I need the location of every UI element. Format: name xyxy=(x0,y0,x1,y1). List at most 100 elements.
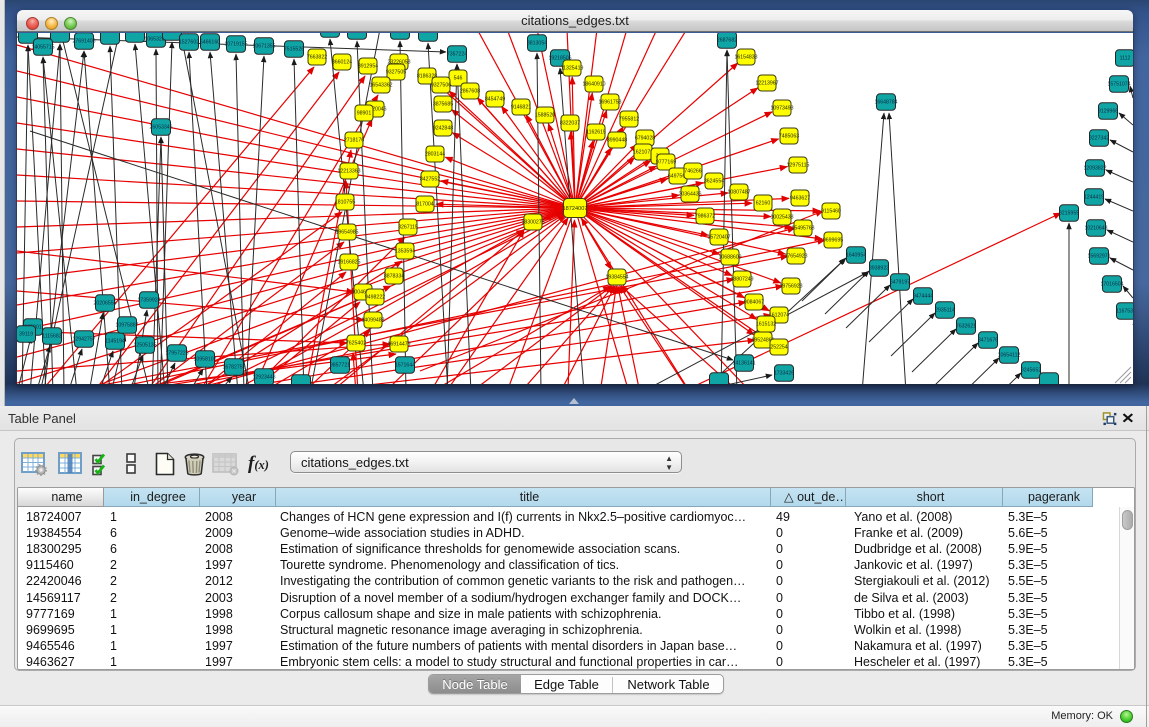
svg-text:19384554: 19384554 xyxy=(605,275,628,281)
svg-text:16961758: 16961758 xyxy=(598,100,621,106)
svg-text:7485063: 7485063 xyxy=(779,134,799,140)
svg-text:26053346: 26053346 xyxy=(149,125,172,131)
svg-text:10688609: 10688609 xyxy=(718,255,741,261)
svg-text:20206556: 20206556 xyxy=(93,301,116,307)
svg-text:8215955: 8215955 xyxy=(1059,211,1079,217)
svg-text:252254: 252254 xyxy=(770,345,787,351)
svg-text:9699695: 9699695 xyxy=(823,238,843,244)
svg-text:1353594: 1353594 xyxy=(395,249,415,255)
svg-text:9242848: 9242848 xyxy=(433,126,453,132)
svg-text:1112: 1112 xyxy=(1120,56,1131,62)
svg-text:9129966: 9129966 xyxy=(1098,109,1118,115)
svg-text:12213363: 12213363 xyxy=(337,169,360,175)
svg-text:1571644: 1571644 xyxy=(395,363,415,369)
svg-text:9245652: 9245652 xyxy=(1021,368,1041,374)
svg-text:1615132: 1615132 xyxy=(756,322,776,328)
svg-text:8912954: 8912954 xyxy=(358,64,378,70)
svg-text:19756928: 19756928 xyxy=(779,284,802,290)
svg-text:17359924: 17359924 xyxy=(137,298,160,304)
svg-text:12942757: 12942757 xyxy=(72,337,95,343)
svg-text:7986372: 7986372 xyxy=(695,214,715,220)
svg-text:9115460: 9115460 xyxy=(821,209,841,215)
svg-text:1733426: 1733426 xyxy=(774,371,794,377)
svg-text:20364436: 20364436 xyxy=(678,192,701,198)
svg-text:10807487: 10807487 xyxy=(727,190,750,196)
svg-text:10671355: 10671355 xyxy=(252,44,275,50)
svg-text:16154838: 16154838 xyxy=(734,55,757,61)
svg-text:15495768: 15495768 xyxy=(791,226,814,232)
svg-text:16914479: 16914479 xyxy=(387,342,410,348)
svg-text:2718176: 2718176 xyxy=(344,138,364,144)
svg-text:18640910: 18640910 xyxy=(582,82,605,88)
svg-text:2867608: 2867608 xyxy=(460,89,480,95)
svg-text:12505135: 12505135 xyxy=(133,343,156,349)
svg-text:14136141: 14136141 xyxy=(732,361,755,367)
svg-text:8454749: 8454749 xyxy=(485,97,505,103)
svg-text:1588520: 1588520 xyxy=(535,113,555,119)
svg-text:2803144: 2803144 xyxy=(425,152,445,158)
svg-text:9146821: 9146821 xyxy=(511,105,531,111)
svg-text:8322037: 8322037 xyxy=(560,121,580,127)
svg-text:10654112: 10654112 xyxy=(998,353,1021,359)
svg-text:9857721: 9857721 xyxy=(330,363,350,369)
svg-text:6479197: 6479197 xyxy=(890,280,910,286)
svg-text:10975887: 10975887 xyxy=(115,323,138,329)
svg-text:8813054: 8813054 xyxy=(527,41,547,47)
svg-text:7625402: 7625402 xyxy=(346,341,366,347)
svg-text:817004: 817004 xyxy=(416,202,433,208)
svg-text:3875685: 3875685 xyxy=(433,102,453,108)
svg-text:6794028: 6794028 xyxy=(635,136,655,142)
svg-text:12923448: 12923448 xyxy=(252,375,275,381)
svg-text:8878334: 8878334 xyxy=(384,274,404,280)
svg-text:9474444: 9474444 xyxy=(913,294,933,300)
svg-text:16782759: 16782759 xyxy=(222,365,245,371)
svg-text:9463627: 9463627 xyxy=(790,196,810,202)
svg-text:18300275: 18300275 xyxy=(521,220,544,226)
svg-text:17654923: 17654923 xyxy=(784,254,807,260)
svg-text:10719155: 10719155 xyxy=(224,42,247,48)
svg-text:2935114: 2935114 xyxy=(935,308,955,314)
svg-text:3624554: 3624554 xyxy=(704,179,724,185)
svg-text:10958107: 10958107 xyxy=(193,357,216,363)
svg-text:9327505: 9327505 xyxy=(386,70,406,76)
svg-text:15692971: 15692971 xyxy=(1087,254,1110,260)
svg-text:11325419: 11325419 xyxy=(561,66,584,72)
svg-text:16543362: 16543362 xyxy=(369,83,392,89)
svg-text:8938923: 8938923 xyxy=(869,266,889,272)
svg-text:8660124: 8660124 xyxy=(332,60,352,66)
svg-text:3267115: 3267115 xyxy=(398,225,418,231)
svg-text:1640954: 1640954 xyxy=(846,253,866,259)
svg-text:98901: 98901 xyxy=(357,111,372,117)
svg-text:9227342: 9227342 xyxy=(1089,136,1109,142)
svg-text:10210643: 10210643 xyxy=(1084,226,1107,232)
svg-text:9084067: 9084067 xyxy=(744,300,764,306)
svg-text:546: 546 xyxy=(454,76,463,82)
svg-text:19654985: 19654985 xyxy=(335,230,358,236)
svg-text:9777169: 9777169 xyxy=(656,160,676,166)
svg-text:6466160: 6466160 xyxy=(200,40,220,46)
svg-text:19166825: 19166825 xyxy=(337,260,360,266)
svg-text:7357224: 7357224 xyxy=(447,52,467,58)
svg-text:1244415: 1244415 xyxy=(1084,195,1104,201)
svg-text:7515526: 7515526 xyxy=(284,47,304,53)
svg-text:62160: 62160 xyxy=(756,201,771,207)
svg-text:14099488: 14099488 xyxy=(361,318,384,324)
svg-text:7955812: 7955812 xyxy=(619,117,639,123)
svg-text:16648784: 16648784 xyxy=(874,100,897,106)
svg-text:1145194: 1145194 xyxy=(105,339,125,345)
svg-text:8990448: 8990448 xyxy=(607,138,627,144)
svg-text:18724007: 18724007 xyxy=(563,206,588,212)
svg-text:1810755: 1810755 xyxy=(335,200,355,206)
svg-text:1162615: 1162615 xyxy=(586,130,606,136)
svg-text:12975115: 12975115 xyxy=(787,163,810,169)
svg-text:9498222: 9498222 xyxy=(365,295,385,301)
svg-text:8427552: 8427552 xyxy=(420,177,440,183)
svg-text:7632621: 7632621 xyxy=(956,324,976,330)
svg-text:10025438: 10025438 xyxy=(770,215,793,221)
svg-text:7663822: 7663822 xyxy=(307,55,327,61)
svg-text:746266: 746266 xyxy=(684,169,701,175)
svg-text:2687682: 2687682 xyxy=(717,38,737,44)
svg-text:17016504: 17016504 xyxy=(1100,282,1123,288)
svg-text:18807249: 18807249 xyxy=(730,277,753,283)
svg-text:15751074: 15751074 xyxy=(1107,82,1130,88)
